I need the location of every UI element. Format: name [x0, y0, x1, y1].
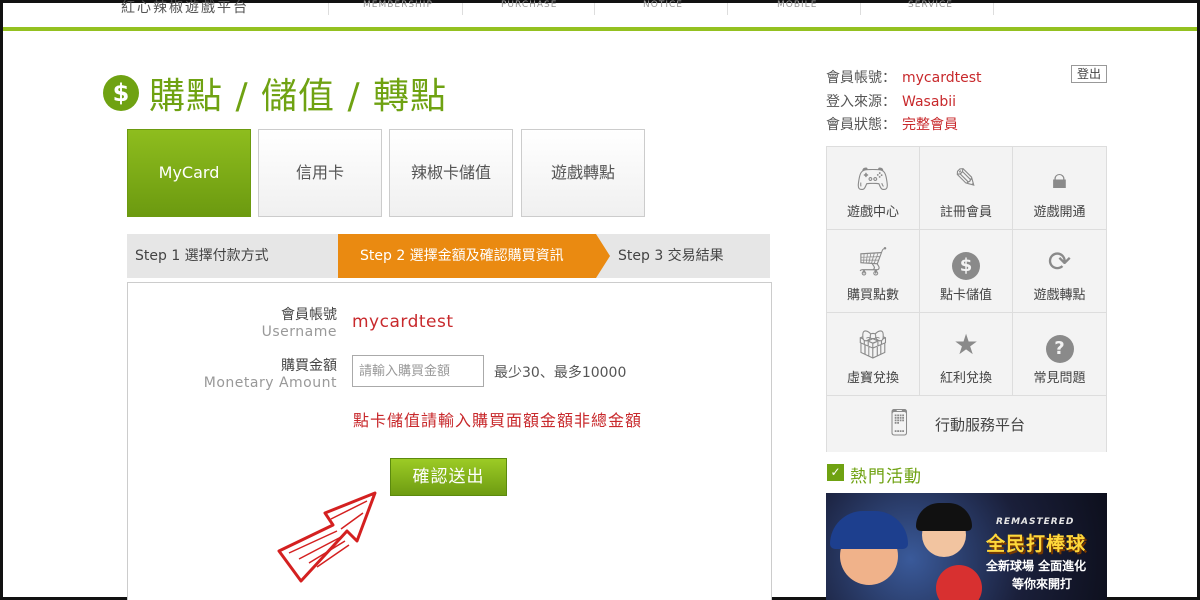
- step-arrow: [596, 234, 610, 278]
- service-label: 購買點數: [846, 288, 899, 303]
- amount-limit-hint: 最少30、最多10000: [494, 365, 627, 381]
- step-3: Step 3 交易結果: [618, 248, 724, 264]
- member-account-value: mycardtest: [902, 70, 982, 86]
- page-title: 購點 / 儲值 / 轉點: [149, 76, 448, 117]
- service-faq[interactable]: ? 常見問題: [1013, 313, 1106, 396]
- banner-cap: [830, 511, 908, 549]
- top-nav: 紅心辣椒遊戲平台 MEMBERSHIP PURCHASE NOTICE MOBI…: [3, 0, 1197, 27]
- submit-button[interactable]: 確認送出: [390, 458, 507, 496]
- member-account-row: 會員帳號： mycardtest: [826, 67, 981, 87]
- service-label: 遊戲中心: [846, 205, 899, 220]
- username-value: mycardtest: [352, 312, 454, 332]
- tab-pepper-card[interactable]: 辣椒卡儲值: [389, 129, 513, 217]
- username-label-en: Username: [261, 324, 337, 340]
- gamepad-icon: 🎮︎: [855, 162, 891, 195]
- banner-subtitle: 全新球場 全面進化: [986, 559, 1087, 573]
- tab-game-transfer[interactable]: 遊戲轉點: [521, 129, 645, 217]
- username-label: 會員帳號 Username: [127, 304, 337, 340]
- nav-item-notice[interactable]: NOTICE: [643, 0, 683, 10]
- banner-subtitle-2: 等你來開打: [1012, 577, 1073, 591]
- nav-divider: [993, 3, 994, 15]
- nav-item-membership[interactable]: MEMBERSHIP: [363, 0, 433, 10]
- member-status-value: 完整會員: [902, 117, 958, 133]
- mobile-service-label: 行動服務平台: [935, 416, 1026, 434]
- tab-mycard[interactable]: MyCard: [127, 129, 251, 217]
- nav-item-service[interactable]: SERVICE: [908, 0, 953, 10]
- service-card-topup[interactable]: $ 點卡儲值: [920, 230, 1013, 313]
- gift-icon: 🎁︎: [855, 328, 891, 361]
- amount-input[interactable]: [352, 355, 484, 387]
- service-bonus-redeem[interactable]: ★ 紅利兌換: [920, 313, 1013, 396]
- service-register[interactable]: ✎ 註冊會員: [920, 147, 1013, 230]
- nav-divider: [328, 3, 329, 15]
- nav-item-mobile[interactable]: MOBILE: [777, 0, 817, 10]
- member-status-label: 會員狀態：: [826, 117, 896, 133]
- service-item-redeem[interactable]: 🎁︎ 虛寶兌換: [827, 313, 920, 396]
- hot-activity-title: 熱門活動: [850, 467, 922, 487]
- member-source-row: 登入來源： Wasabii: [826, 91, 956, 111]
- cart-icon: 🛒︎: [855, 245, 891, 278]
- service-mobile-platform[interactable]: 📱︎ 行動服務平台: [827, 396, 1106, 452]
- tab-credit-card[interactable]: 信用卡: [258, 129, 382, 217]
- amount-label-zh: 購買金額: [281, 358, 337, 374]
- service-game-activate[interactable]: 🔒︎ 遊戲開通: [1013, 147, 1106, 230]
- username-label-zh: 會員帳號: [281, 307, 337, 323]
- amount-label: 購買金額 Monetary Amount: [127, 355, 337, 391]
- service-label: 點卡儲值: [939, 288, 992, 303]
- service-buy-points[interactable]: 🛒︎ 購買點數: [827, 230, 920, 313]
- top-accent-bar: [3, 27, 1197, 31]
- pointer-arrow-icon: [277, 491, 377, 583]
- dollar-icon: $: [103, 75, 139, 111]
- step-2: Step 2 選擇金額及確認購買資訊: [338, 234, 596, 278]
- service-game-center[interactable]: 🎮︎ 遊戲中心: [827, 147, 920, 230]
- register-icon: ✎: [954, 162, 978, 195]
- chevron-down-icon: ✓: [827, 464, 844, 481]
- nav-item-purchase[interactable]: PURCHASE: [501, 0, 557, 10]
- logout-button[interactable]: 登出: [1071, 65, 1107, 83]
- banner-title: 全民打棒球: [986, 533, 1087, 555]
- service-label: 遊戲轉點: [1033, 288, 1086, 303]
- question-icon: ?: [1040, 327, 1080, 363]
- nav-divider: [860, 3, 861, 15]
- banner-tag: REMASTERED: [996, 517, 1075, 527]
- coin-icon: $: [946, 244, 986, 280]
- banner-character: [936, 565, 982, 600]
- member-account-label: 會員帳號：: [826, 70, 896, 86]
- hot-activity-banner[interactable]: REMASTERED 全民打棒球 全新球場 全面進化 等你來開打: [826, 493, 1107, 600]
- service-game-transfer[interactable]: ⟳ 遊戲轉點: [1013, 230, 1106, 313]
- refresh-icon: ⟳: [1047, 245, 1072, 278]
- star-icon: ★: [953, 328, 979, 361]
- service-label: 註冊會員: [939, 205, 992, 220]
- service-label: 虛寶兌換: [846, 371, 899, 386]
- nav-divider: [462, 3, 463, 15]
- nav-divider: [727, 3, 728, 15]
- nav-divider: [594, 3, 595, 15]
- warning-text: 點卡儲值請輸入購買面額金額非總金額: [353, 411, 643, 430]
- member-status-row: 會員狀態： 完整會員: [826, 114, 958, 134]
- banner-cap: [916, 503, 972, 531]
- service-label: 紅利兌換: [939, 371, 992, 386]
- mobile-icon: 📱︎: [883, 408, 917, 438]
- brand-logo[interactable]: 紅心辣椒遊戲平台: [121, 0, 249, 17]
- service-label: 遊戲開通: [1033, 205, 1086, 220]
- member-source-label: 登入來源：: [826, 94, 896, 110]
- amount-label-en: Monetary Amount: [203, 375, 337, 391]
- service-label: 常見問題: [1033, 371, 1086, 386]
- step-1: Step 1 選擇付款方式: [135, 248, 269, 264]
- step-progress: Step 1 選擇付款方式 Step 2 選擇金額及確認購買資訊 Step 3 …: [127, 234, 770, 278]
- service-grid: 🎮︎ 遊戲中心 ✎ 註冊會員 🔒︎ 遊戲開通 🛒︎ 購買點數 $ 點卡儲值 ⟳ …: [826, 146, 1107, 452]
- lock-icon: 🔒︎: [1052, 162, 1067, 195]
- member-source-value: Wasabii: [902, 94, 957, 110]
